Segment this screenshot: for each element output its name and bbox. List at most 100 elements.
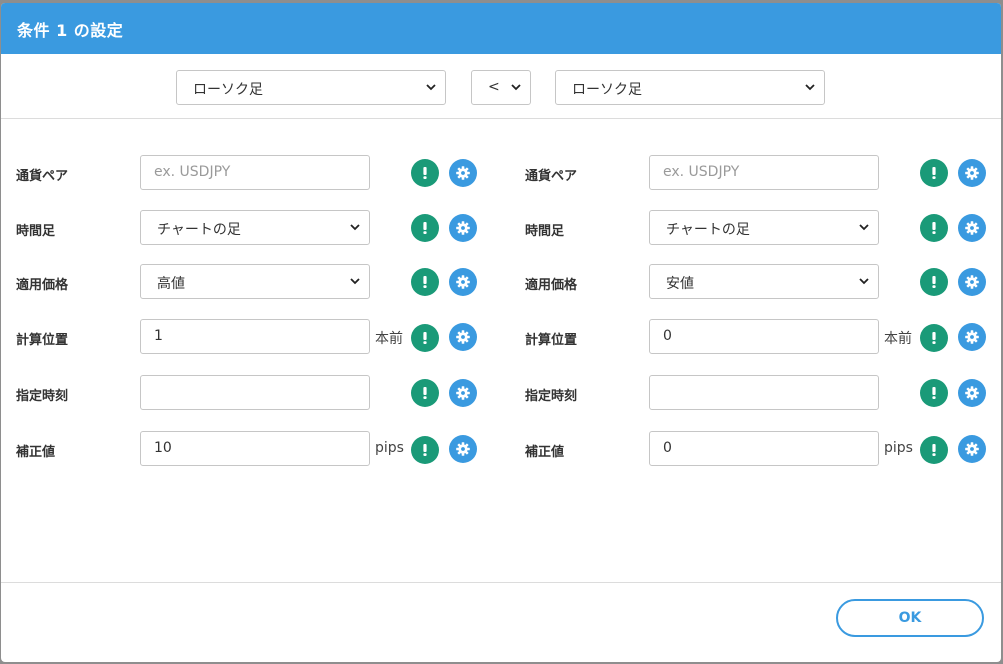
left-position-input[interactable]: 1 <box>140 319 370 354</box>
right-pair-alert-button[interactable] <box>920 159 948 187</box>
condition-settings-dialog: 条件 1 の設定 ローソク足 < ローソク足 通貨ペア ex. USDJPY 時… <box>1 3 1001 662</box>
left-price-label: 適用価格 <box>16 278 69 293</box>
right-price-value: 安値 <box>666 276 694 292</box>
gear-icon <box>965 221 979 235</box>
left-timeframe-settings-button[interactable] <box>449 214 477 242</box>
left-source-select[interactable]: ローソク足 <box>176 70 446 105</box>
right-position-value: 0 <box>663 328 672 344</box>
chevron-down-icon <box>350 224 360 231</box>
operator-select[interactable]: < <box>471 70 531 105</box>
right-position-input[interactable]: 0 <box>649 319 879 354</box>
right-source-select[interactable]: ローソク足 <box>555 70 825 105</box>
left-offset-label: 補正値 <box>16 445 56 460</box>
exclamation-icon <box>932 167 936 179</box>
chevron-down-icon <box>511 84 521 91</box>
left-pair-alert-button[interactable] <box>411 159 439 187</box>
right-pair-settings-button[interactable] <box>958 159 986 187</box>
right-time-settings-button[interactable] <box>958 379 986 407</box>
right-time-input[interactable] <box>649 375 879 410</box>
right-offset-alert-button[interactable] <box>920 436 948 464</box>
left-source-value: ローソク足 <box>193 82 263 98</box>
dialog-title: 条件 1 の設定 <box>17 21 124 40</box>
gear-icon <box>456 221 470 235</box>
left-offset-input[interactable]: 10 <box>140 431 370 466</box>
chevron-down-icon <box>859 278 869 285</box>
right-offset-label: 補正値 <box>525 445 565 460</box>
left-position-label: 計算位置 <box>16 333 69 348</box>
exclamation-icon <box>423 167 427 179</box>
operator-value: < <box>488 79 500 95</box>
gear-icon <box>965 275 979 289</box>
right-timeframe-value: チャートの足 <box>666 222 750 238</box>
gear-icon <box>965 166 979 180</box>
right-timeframe-alert-button[interactable] <box>920 214 948 242</box>
right-offset-value: 0 <box>663 440 672 456</box>
gear-icon <box>965 386 979 400</box>
left-position-settings-button[interactable] <box>449 323 477 351</box>
exclamation-icon <box>932 276 936 288</box>
left-pair-placeholder: ex. USDJPY <box>154 164 231 180</box>
exclamation-icon <box>932 387 936 399</box>
right-pair-input[interactable]: ex. USDJPY <box>649 155 879 190</box>
exclamation-icon <box>932 332 936 344</box>
gear-icon <box>456 275 470 289</box>
left-offset-alert-button[interactable] <box>411 436 439 464</box>
right-source-value: ローソク足 <box>572 82 642 98</box>
exclamation-icon <box>423 444 427 456</box>
gear-icon <box>456 442 470 456</box>
left-timeframe-value: チャートの足 <box>157 222 241 238</box>
gear-icon <box>965 442 979 456</box>
chevron-down-icon <box>350 278 360 285</box>
exclamation-icon <box>932 444 936 456</box>
left-time-alert-button[interactable] <box>411 379 439 407</box>
left-position-value: 1 <box>154 328 163 344</box>
left-timeframe-alert-button[interactable] <box>411 214 439 242</box>
ok-button-label: OK <box>898 610 922 626</box>
left-timeframe-label: 時間足 <box>16 224 56 239</box>
left-time-label: 指定時刻 <box>16 389 69 404</box>
right-time-label: 指定時刻 <box>525 389 578 404</box>
right-pair-placeholder: ex. USDJPY <box>663 164 740 180</box>
ok-button[interactable]: OK <box>836 599 984 637</box>
left-time-settings-button[interactable] <box>449 379 477 407</box>
left-pair-label: 通貨ペア <box>16 169 69 184</box>
right-timeframe-select[interactable]: チャートの足 <box>649 210 879 245</box>
gear-icon <box>456 166 470 180</box>
right-position-alert-button[interactable] <box>920 324 948 352</box>
left-pair-input[interactable]: ex. USDJPY <box>140 155 370 190</box>
left-price-settings-button[interactable] <box>449 268 477 296</box>
left-offset-unit: pips <box>375 440 404 456</box>
left-time-input[interactable] <box>140 375 370 410</box>
right-position-settings-button[interactable] <box>958 323 986 351</box>
left-timeframe-select[interactable]: チャートの足 <box>140 210 370 245</box>
gear-icon <box>965 330 979 344</box>
left-price-select[interactable]: 高値 <box>140 264 370 299</box>
right-price-settings-button[interactable] <box>958 268 986 296</box>
footer-divider <box>1 582 1001 583</box>
right-pair-label: 通貨ペア <box>525 169 578 184</box>
exclamation-icon <box>423 222 427 234</box>
right-price-select[interactable]: 安値 <box>649 264 879 299</box>
right-position-unit: 本前 <box>884 331 912 347</box>
chevron-down-icon <box>859 224 869 231</box>
right-timeframe-settings-button[interactable] <box>958 214 986 242</box>
right-price-alert-button[interactable] <box>920 268 948 296</box>
left-position-unit: 本前 <box>375 331 403 347</box>
right-offset-input[interactable]: 0 <box>649 431 879 466</box>
left-price-alert-button[interactable] <box>411 268 439 296</box>
right-price-label: 適用価格 <box>525 278 578 293</box>
left-offset-value: 10 <box>154 440 172 456</box>
right-position-label: 計算位置 <box>525 333 578 348</box>
left-position-alert-button[interactable] <box>411 324 439 352</box>
exclamation-icon <box>932 222 936 234</box>
right-offset-settings-button[interactable] <box>958 435 986 463</box>
exclamation-icon <box>423 387 427 399</box>
chevron-down-icon <box>805 84 815 91</box>
exclamation-icon <box>423 332 427 344</box>
right-time-alert-button[interactable] <box>920 379 948 407</box>
left-price-value: 高値 <box>157 276 185 292</box>
divider <box>1 118 1001 119</box>
gear-icon <box>456 330 470 344</box>
left-pair-settings-button[interactable] <box>449 159 477 187</box>
left-offset-settings-button[interactable] <box>449 435 477 463</box>
